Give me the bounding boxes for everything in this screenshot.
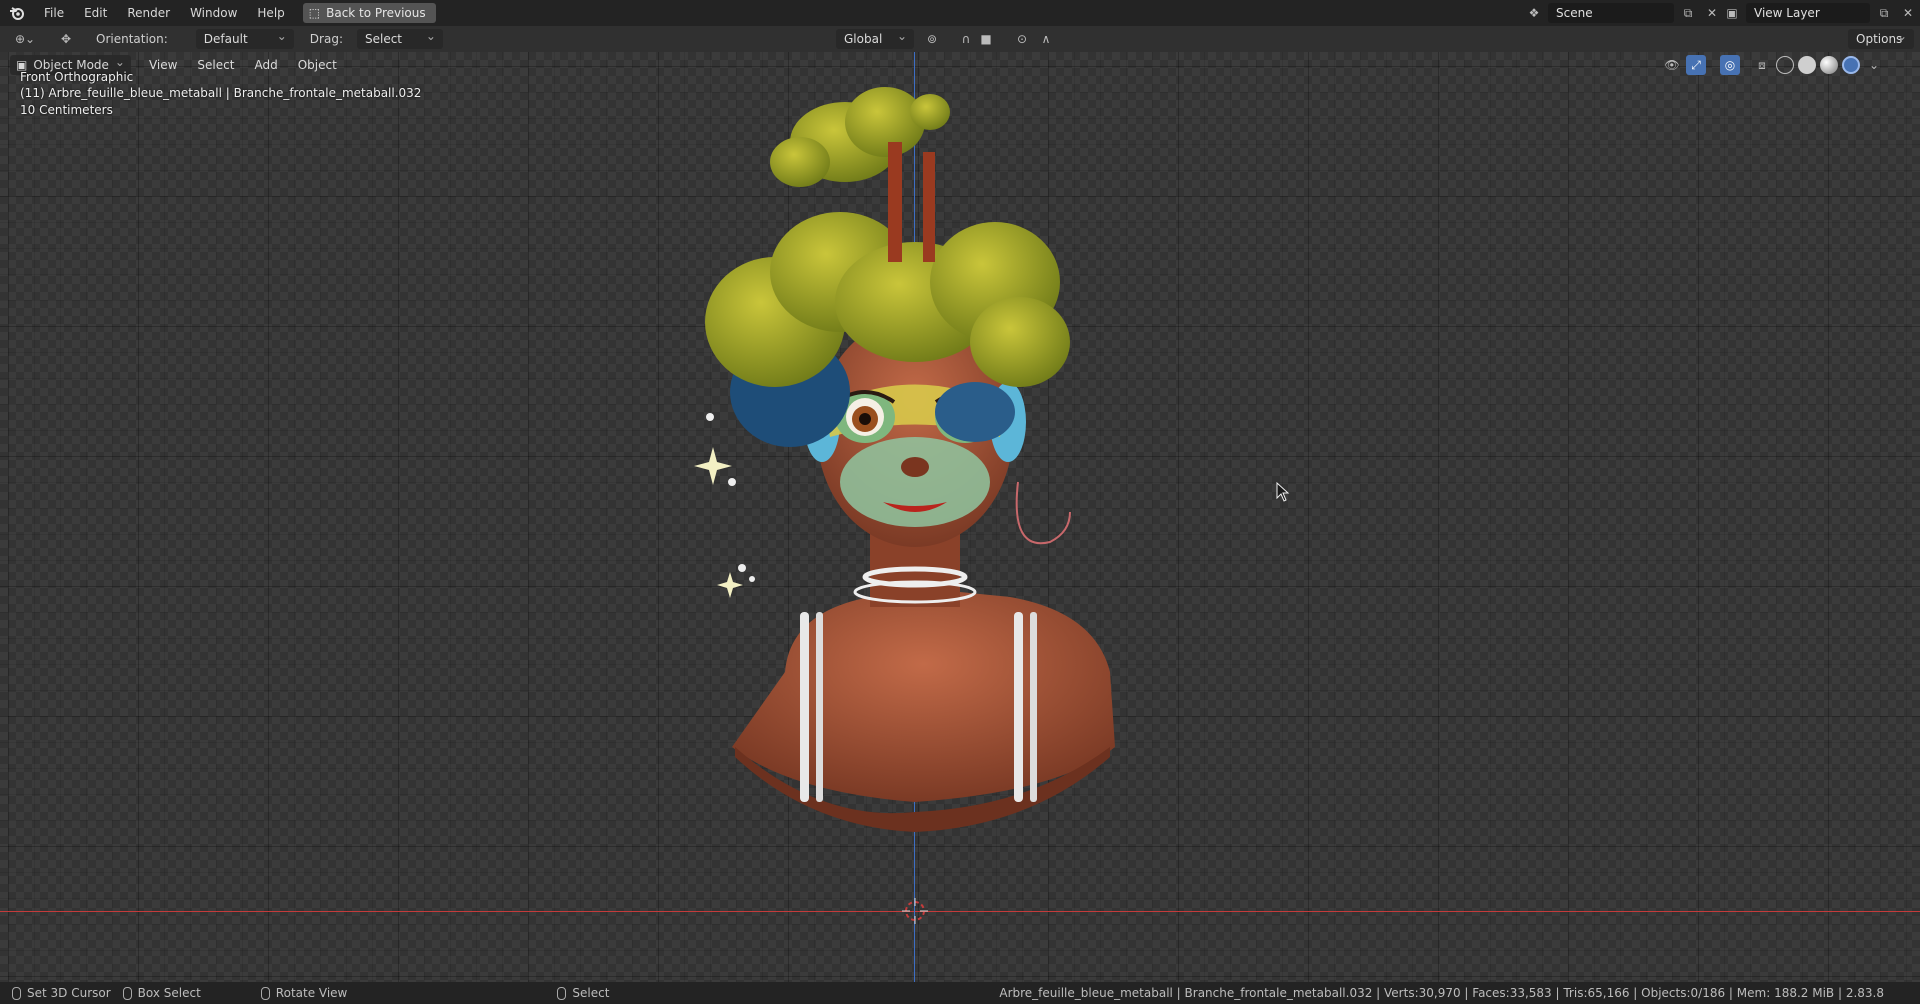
- menu-render[interactable]: Render: [117, 0, 180, 26]
- shading-options-icon[interactable]: ⌄: [1864, 55, 1884, 75]
- proportional-falloff-icon[interactable]: ∧: [1036, 29, 1056, 49]
- rendered-shading-icon[interactable]: [1842, 56, 1860, 74]
- drag-dropdown[interactable]: Select Box: [356, 26, 443, 66]
- transform-orientation-value: Global: [844, 32, 883, 46]
- mouse-right-icon: [557, 986, 567, 1000]
- face-paint: [840, 437, 990, 527]
- proportional-editing-icon[interactable]: ⊙: [1012, 29, 1032, 49]
- character-model[interactable]: [640, 52, 1200, 982]
- pivot-point-icon[interactable]: ⊚: [922, 29, 942, 49]
- drag-label: Drag:: [309, 32, 343, 46]
- view-name-text: Front Orthographic: [20, 70, 134, 84]
- view-layer-selector: ▣ View Layer ⧉ ✕: [1722, 3, 1918, 23]
- orientation-dropdown[interactable]: Default: [195, 26, 294, 49]
- status-bar: Set 3D Cursor Box Select Rotate View Sel…: [0, 982, 1920, 1004]
- editor-type-icon[interactable]: ⊕⌄: [10, 29, 40, 49]
- mouse-left-icon: [12, 986, 21, 1000]
- transform-orientation-dropdown[interactable]: Global: [836, 26, 914, 49]
- scene-statistics: Arbre_feuille_bleue_metaball | Branche_f…: [999, 986, 1884, 1000]
- back-icon: ⬚: [308, 6, 321, 20]
- viewport-menu-view[interactable]: View: [139, 58, 187, 72]
- delete-view-layer-icon[interactable]: ✕: [1898, 3, 1918, 23]
- mouse-drag-icon: [122, 986, 132, 1000]
- view-layer-icon[interactable]: ▣: [1722, 3, 1742, 23]
- viewport-menu-select[interactable]: Select: [187, 58, 244, 72]
- back-to-previous-label: Back to Previous: [326, 6, 426, 20]
- scene-selector: ❖ Scene ⧉ ✕: [1524, 3, 1722, 23]
- scene-name-field[interactable]: Scene: [1548, 3, 1674, 23]
- new-view-layer-icon[interactable]: ⧉: [1874, 3, 1894, 23]
- orientation-value: Default: [203, 32, 248, 46]
- scene-icon[interactable]: ❖: [1524, 3, 1544, 23]
- right-strap: [1014, 612, 1023, 802]
- xray-toggle-icon[interactable]: ⧈: [1752, 55, 1772, 75]
- tool-settings-bar: ⊕⌄ ✥ Orientation: Default Drag: Select B…: [0, 26, 1920, 66]
- branch-left: [888, 142, 902, 262]
- transform-tool-icon[interactable]: ✥: [56, 29, 76, 49]
- grid-scale-text: 10 Centimeters: [20, 103, 113, 117]
- new-scene-icon[interactable]: ⧉: [1678, 3, 1698, 23]
- status-box-select: Box Select: [122, 986, 201, 1000]
- visibility-icon[interactable]: 👁: [1662, 55, 1682, 75]
- sparkle-star: [694, 447, 732, 485]
- orientation-label: Orientation:: [96, 32, 168, 46]
- mouse-pointer-icon: [1276, 482, 1290, 502]
- gizmo-toggle-icon[interactable]: ⤢: [1686, 55, 1706, 75]
- 3d-viewport[interactable]: ▣ Object Mode View Select Add Object 👁 ⤢…: [0, 52, 1920, 982]
- menu-edit[interactable]: Edit: [74, 0, 117, 26]
- menu-window[interactable]: Window: [180, 0, 247, 26]
- 3d-cursor-icon[interactable]: [902, 898, 928, 924]
- viewport-menu-add[interactable]: Add: [244, 58, 287, 72]
- mouse-middle-icon: [260, 986, 270, 1000]
- back-to-previous-button[interactable]: ⬚ Back to Previous: [302, 3, 436, 23]
- options-dropdown[interactable]: Options: [1848, 26, 1914, 49]
- snap-target-icon[interactable]: ■: [976, 29, 996, 49]
- left-strap: [800, 612, 809, 802]
- status-rotate-view: Rotate View: [260, 986, 347, 1000]
- menu-help[interactable]: Help: [247, 0, 294, 26]
- options-label: Options: [1856, 32, 1903, 46]
- viewport-menu-object[interactable]: Object: [288, 58, 347, 72]
- solid-shading-icon[interactable]: [1798, 56, 1816, 74]
- top-bar: File Edit Render Window Help ⬚ Back to P…: [0, 0, 1920, 26]
- status-set-3d-cursor: Set 3D Cursor: [12, 986, 111, 1000]
- torso-shape: [732, 590, 1115, 802]
- overlay-toggle-icon[interactable]: ◎: [1720, 55, 1740, 75]
- status-select: Select: [557, 986, 609, 1000]
- viewport-shading-controls: 👁 ⤢ ◎ ⧈ ⌄: [1662, 55, 1884, 75]
- material-preview-icon[interactable]: [1820, 56, 1838, 74]
- wireframe-shading-icon[interactable]: [1776, 56, 1794, 74]
- view-layer-name-field[interactable]: View Layer: [1746, 3, 1870, 23]
- menu-file[interactable]: File: [34, 0, 74, 26]
- snap-icon[interactable]: ∩: [956, 29, 976, 49]
- active-object-text: (11) Arbre_feuille_bleue_metaball | Bran…: [20, 86, 422, 100]
- branch-right: [923, 152, 935, 262]
- blender-logo-icon[interactable]: [0, 0, 34, 26]
- delete-scene-icon[interactable]: ✕: [1702, 3, 1722, 23]
